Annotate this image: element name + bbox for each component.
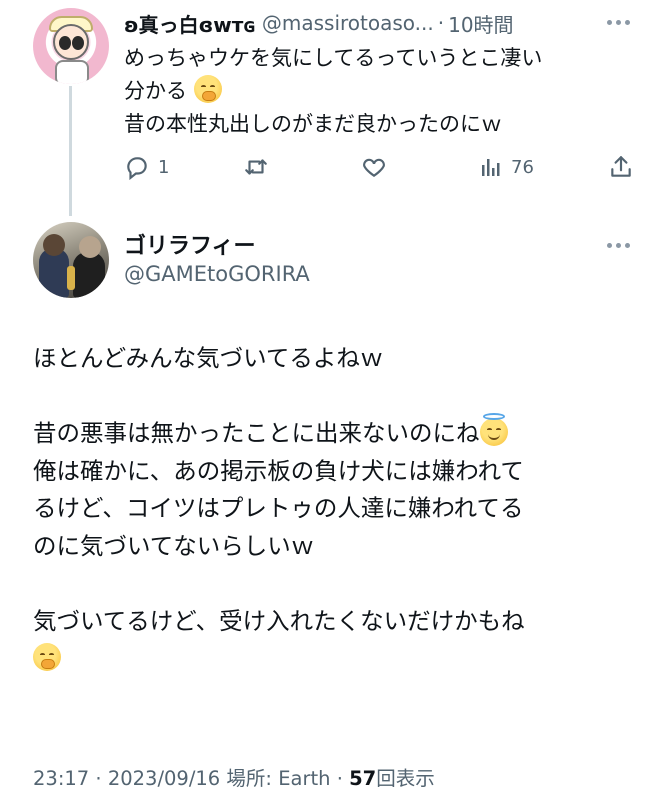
- reply-count: 1: [158, 156, 170, 178]
- reply-timestamp[interactable]: 10時間: [448, 9, 513, 38]
- hand-over-mouth-emoji: [33, 643, 61, 671]
- author-handle[interactable]: @GAMEtoGORIRA: [124, 262, 310, 286]
- tweet-meta: 23:17 · 2023/09/16 場所: Earth · 57回表示: [33, 762, 435, 791]
- reply-icon: [127, 157, 147, 180]
- like-button[interactable]: [360, 150, 388, 184]
- tweet-location: 場所: Earth: [226, 767, 331, 790]
- more-options-icon[interactable]: [607, 243, 630, 248]
- heart-icon: [363, 158, 385, 177]
- views-button[interactable]: 76: [479, 150, 534, 184]
- tweet-text-line: ほとんどみんな気づいてるよねｗ: [33, 344, 384, 372]
- hand-over-mouth-emoji: [193, 75, 222, 103]
- reply-text-line: 分かる: [124, 75, 624, 108]
- reply-handle[interactable]: @massirotoaso...: [262, 11, 434, 35]
- tweet-text-line: 気づいてるけど、受け入れたくないだけかもね: [33, 606, 525, 635]
- retweet-button[interactable]: [242, 150, 270, 184]
- reply-text: めっちゃウケを気にしてるっていうとこ凄い 分かる 昔の本性丸出しのがまだ良かった…: [124, 42, 624, 141]
- tweet-text: ほとんどみんな気づいてるよねｗ 昔の悪事は無かったことに出来ないのにね 俺は確か…: [33, 340, 643, 678]
- more-options-icon[interactable]: [607, 20, 630, 25]
- tweet-views-label: 回表示: [376, 767, 435, 790]
- tweet-text-line: 昔の悪事は無かったことに出来ないのにね: [33, 413, 643, 453]
- separator-dot: ·: [95, 767, 102, 790]
- retweet-icon: [245, 159, 267, 175]
- reply-text-line: めっちゃウケを気にしてるっていうとこ凄い: [124, 46, 543, 70]
- thread-line: [69, 86, 72, 216]
- tweet-text-line: のに気づいてないらしいｗ: [33, 531, 315, 560]
- share-icon: [611, 156, 631, 177]
- views-chart-icon: [482, 159, 500, 176]
- tweet-text-line: るけど、コイツはプレトゥの人達に嫌われてる: [33, 494, 524, 522]
- tweet-text-line: 俺は確かに、あの掲示板の負け犬には嫌われて: [33, 456, 524, 485]
- tweet-date[interactable]: 2023/09/16: [108, 767, 220, 790]
- separator-dot: ·: [336, 767, 343, 790]
- tweet-view-count: 57: [349, 767, 377, 790]
- smiling-face-with-halo-emoji: [479, 413, 508, 446]
- view-count: 76: [511, 156, 534, 178]
- reply-action-bar: 1 76: [124, 150, 639, 184]
- reply-display-name[interactable]: ʚ真っ白ɞᴡᴛɢ: [124, 9, 256, 38]
- author-display-name[interactable]: ゴリラフィー: [124, 228, 256, 260]
- reply-text-line: 昔の本性丸出しのがまだ良かったのにｗ: [124, 112, 502, 136]
- tweet-time[interactable]: 23:17: [33, 767, 89, 790]
- share-button[interactable]: [608, 150, 634, 184]
- reply-button[interactable]: 1: [124, 150, 169, 184]
- tweet-text-line: [33, 640, 643, 678]
- main-avatar[interactable]: [33, 222, 109, 298]
- reply-header: ʚ真っ白ɞᴡᴛɢ @massirotoaso... · 10時間: [124, 6, 644, 40]
- separator-dot: ·: [437, 11, 445, 35]
- reply-avatar[interactable]: [33, 8, 109, 84]
